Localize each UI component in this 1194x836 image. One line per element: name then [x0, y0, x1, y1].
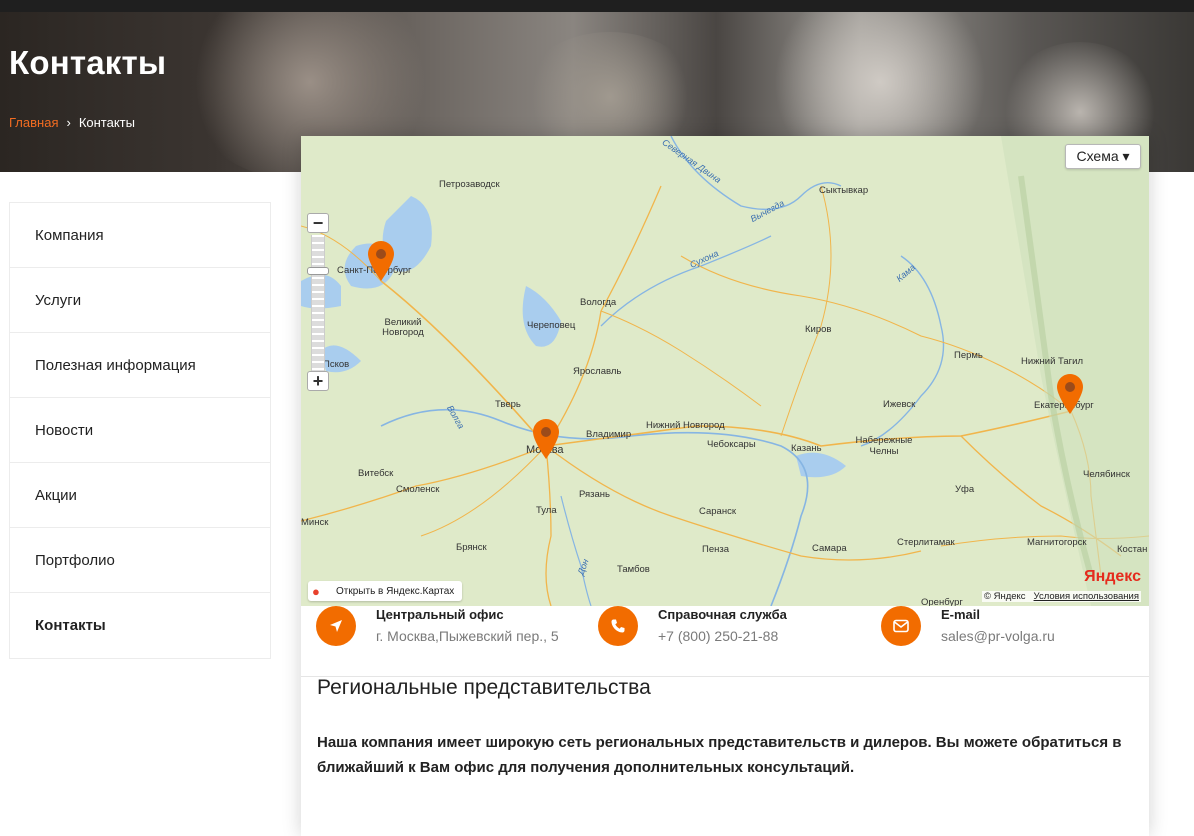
map-city-label: Челябинск: [1083, 469, 1130, 480]
map-city-label: Рязань: [579, 489, 611, 500]
zoom-in-button[interactable]: +: [307, 371, 329, 391]
yandex-logo: Яндекс: [1084, 568, 1141, 585]
map-pin-icon: ●: [312, 583, 320, 599]
sidebar-item-company[interactable]: Компания: [10, 203, 270, 268]
map-city-label: Магнитогорск: [1027, 537, 1087, 548]
contact-title: Справочная служба: [658, 607, 787, 622]
breadcrumb-current: Контакты: [78, 115, 135, 130]
map-city-label: Нижний Новгород: [646, 420, 725, 431]
map-marker-moscow[interactable]: [533, 419, 559, 459]
map-city-label: Ярославль: [573, 366, 622, 377]
map-marker-saint-petersburg[interactable]: [368, 241, 394, 281]
map-city-label: Минск: [301, 517, 329, 528]
map-copyright: © Яндекс Условия использования: [981, 591, 1141, 602]
copyright-text: © Яндекс: [983, 591, 1026, 602]
map-city-label: Ижевск: [883, 399, 916, 410]
contacts-row: Центральный офис г. Москва,Пыжевский пер…: [301, 606, 1149, 676]
map-city-label: Уфа: [955, 484, 975, 495]
map-city-label: Казань: [791, 443, 822, 454]
map-city-label: Стерлитамак: [897, 537, 955, 548]
sidebar-item-services[interactable]: Услуги: [10, 268, 270, 333]
map-city-label: Набережные Челны: [855, 435, 913, 457]
contact-email: E-mail sales@pr-volga.ru: [866, 606, 1146, 676]
map-city-label: Оренбург: [921, 597, 963, 606]
map-zoom-control: − +: [307, 213, 329, 393]
map-city-label: Великий Новгород: [382, 317, 424, 338]
map-city-label: Смоленск: [396, 484, 440, 495]
sidebar-item-portfolio[interactable]: Портфолио: [10, 528, 270, 593]
map-city-label: Витебск: [358, 468, 394, 479]
zoom-slider-track[interactable]: [311, 235, 325, 371]
contact-help-desk: Справочная служба +7 (800) 250-21-88: [583, 606, 863, 676]
map-city-label: Сыктывкар: [819, 185, 869, 196]
navigation-arrow-icon: [316, 606, 356, 646]
page-title: Контакты: [9, 44, 167, 81]
map-city-label: Владимир: [586, 429, 632, 440]
yandex-map[interactable]: Петрозаводск Сыктывкар Санкт-Петербург В…: [301, 136, 1149, 606]
map-city-label: Костан: [1117, 544, 1148, 555]
regional-offices-description: Наша компания имеет широкую сеть региона…: [317, 734, 1122, 776]
zoom-out-button[interactable]: −: [307, 213, 329, 233]
map-type-select[interactable]: Схема ▾: [1065, 144, 1141, 169]
top-bar: [0, 0, 1194, 12]
map-city-label: Тверь: [495, 399, 521, 410]
open-in-yandex-maps-label: Открыть в Яндекс.Картах: [336, 585, 455, 597]
phone-icon: [598, 606, 638, 646]
contact-phone-link[interactable]: +7 (800) 250-21-88: [658, 628, 778, 644]
breadcrumb: Главная › Контакты: [9, 115, 135, 130]
map-city-label: Чебоксары: [707, 439, 756, 450]
contact-central-office: Центральный офис г. Москва,Пыжевский пер…: [301, 606, 581, 676]
map-city-label: Нижний Тагил: [1021, 356, 1083, 367]
sidebar-menu: Компания Услуги Полезная информация Ново…: [9, 202, 271, 659]
map-city-label: Тула: [536, 505, 557, 516]
zoom-slider-handle[interactable]: [307, 267, 329, 275]
map-city-label: Самара: [812, 543, 847, 554]
sidebar-item-news[interactable]: Новости: [10, 398, 270, 463]
open-in-yandex-maps-link[interactable]: ● Открыть в Яндекс.Картах: [308, 581, 463, 601]
map-city-label: Пермь: [954, 350, 983, 361]
map-city-label: Тамбов: [617, 564, 650, 575]
breadcrumb-separator-icon: ›: [66, 115, 71, 130]
map-city-label: Петрозаводск: [439, 179, 500, 190]
map-city-label: Киров: [805, 324, 832, 335]
contact-title: E-mail: [941, 607, 981, 622]
sidebar-item-contacts[interactable]: Контакты: [10, 593, 270, 658]
map-city-label: Саранск: [699, 506, 736, 517]
map-city-label: Брянск: [456, 542, 487, 553]
mail-icon: [881, 606, 921, 646]
map-city-label: Вологда: [580, 297, 617, 308]
terms-of-use-link[interactable]: Условия использования: [1034, 591, 1139, 602]
main-content: Петрозаводск Сыктывкар Санкт-Петербург В…: [301, 136, 1149, 836]
map-city-label: Череповец: [527, 320, 576, 331]
regional-offices-heading: Региональные представительства: [317, 676, 651, 699]
contact-value: г. Москва,Пыжевский пер., 5: [376, 628, 559, 644]
map-city-label: Пенза: [702, 544, 729, 555]
sidebar-item-useful-info[interactable]: Полезная информация: [10, 333, 270, 398]
contact-title: Центральный офис: [376, 607, 504, 622]
breadcrumb-home-link[interactable]: Главная: [9, 115, 58, 130]
map-canvas: [301, 136, 1149, 606]
sidebar-item-promotions[interactable]: Акции: [10, 463, 270, 528]
contact-email-link[interactable]: sales@pr-volga.ru: [941, 628, 1055, 644]
map-marker-yekaterinburg[interactable]: [1057, 374, 1083, 414]
